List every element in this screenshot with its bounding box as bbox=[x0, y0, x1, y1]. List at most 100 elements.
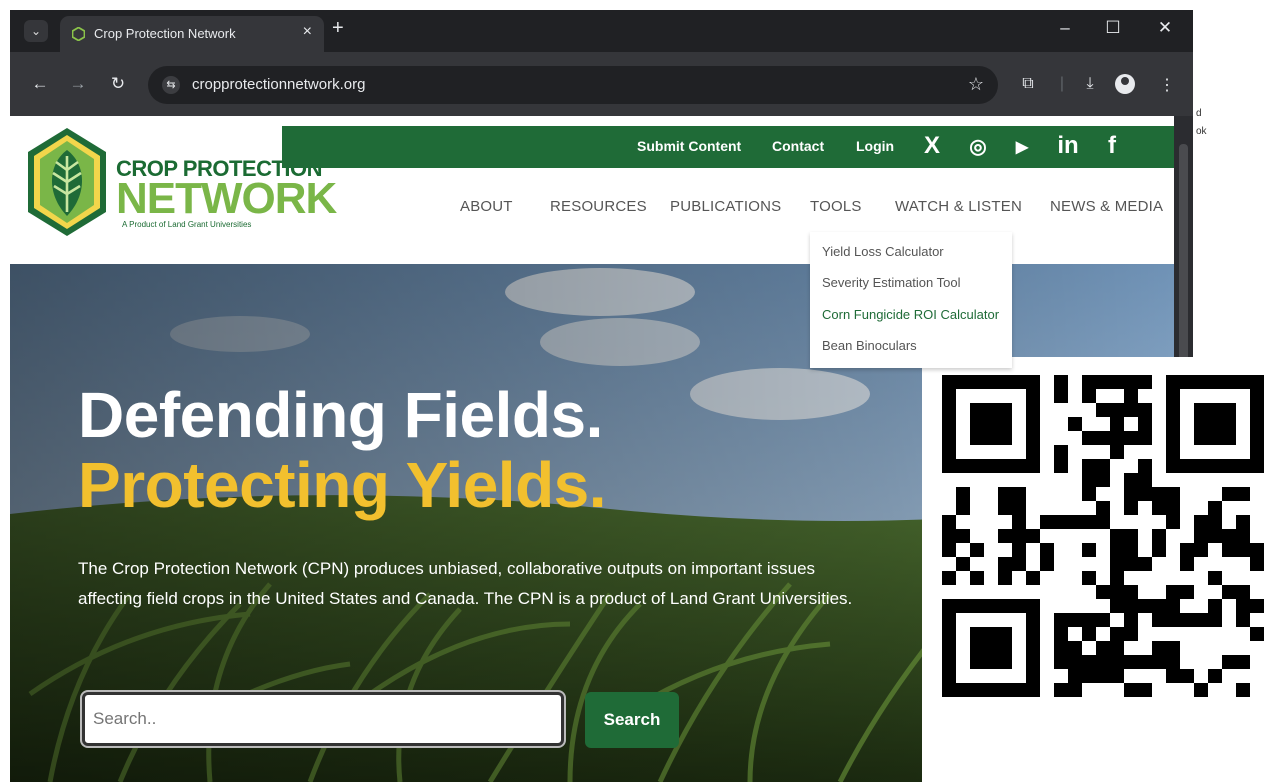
qr-module bbox=[1138, 683, 1152, 697]
qr-module bbox=[1166, 599, 1180, 613]
qr-module bbox=[1208, 571, 1222, 585]
nav-news-media[interactable]: NEWS & MEDIA bbox=[1050, 198, 1163, 215]
qr-module bbox=[1096, 473, 1110, 487]
qr-module bbox=[1054, 655, 1068, 669]
qr-module bbox=[1166, 613, 1180, 627]
qr-finder-core bbox=[970, 627, 1012, 669]
qr-module bbox=[1068, 613, 1082, 627]
youtube-icon[interactable]: ▶ bbox=[1006, 137, 1038, 157]
qr-module bbox=[1054, 613, 1068, 627]
qr-module bbox=[1096, 641, 1110, 655]
bookmark-star-icon[interactable]: ☆ bbox=[968, 74, 984, 95]
screenshot: ⌄ Crop Protection Network × + – ☐ ✕ ← → … bbox=[0, 0, 1272, 782]
profile-avatar[interactable] bbox=[1115, 74, 1135, 94]
qr-module bbox=[1096, 669, 1110, 683]
qr-module bbox=[1096, 375, 1110, 389]
submit-content-link[interactable]: Submit Content bbox=[637, 138, 741, 154]
hero-heading-line2: Protecting Yields. bbox=[78, 449, 607, 521]
nav-about[interactable]: ABOUT bbox=[460, 198, 513, 215]
qr-module bbox=[956, 529, 970, 543]
facebook-icon[interactable]: f bbox=[1096, 132, 1128, 160]
qr-module bbox=[1068, 641, 1082, 655]
x-icon[interactable]: X bbox=[916, 132, 948, 160]
qr-module bbox=[1012, 501, 1026, 515]
qr-module bbox=[1138, 459, 1152, 473]
qr-module bbox=[1138, 557, 1152, 571]
qr-module bbox=[1222, 655, 1236, 669]
qr-module bbox=[1138, 473, 1152, 487]
nav-tools[interactable]: TOOLS bbox=[810, 198, 862, 215]
site-logo[interactable]: CROP PROTECTION NETWORK A Product of Lan… bbox=[24, 126, 337, 244]
qr-module bbox=[1250, 599, 1264, 613]
new-tab-icon[interactable]: + bbox=[332, 17, 344, 40]
qr-module bbox=[1054, 375, 1068, 389]
qr-module bbox=[956, 487, 970, 501]
minimize-icon[interactable]: – bbox=[1045, 18, 1085, 38]
url-text: cropprotectionnetwork.org bbox=[192, 76, 366, 93]
qr-module bbox=[1180, 669, 1194, 683]
tools-item-bean-binoculars[interactable]: Bean Binoculars bbox=[822, 338, 917, 353]
qr-module bbox=[1124, 403, 1138, 417]
qr-module bbox=[1082, 627, 1096, 641]
qr-module bbox=[1152, 599, 1166, 613]
qr-module bbox=[1250, 557, 1264, 571]
maximize-icon[interactable]: ☐ bbox=[1093, 18, 1133, 38]
nav-publications[interactable]: PUBLICATIONS bbox=[670, 198, 781, 215]
qr-module bbox=[1180, 585, 1194, 599]
close-window-icon[interactable]: ✕ bbox=[1145, 18, 1185, 38]
qr-module bbox=[1222, 529, 1236, 543]
hero-heading-line1: Defending Fields. bbox=[78, 379, 603, 451]
qr-module bbox=[970, 543, 984, 557]
qr-module bbox=[1152, 543, 1166, 557]
qr-module bbox=[1096, 515, 1110, 529]
qr-module bbox=[1194, 613, 1208, 627]
download-icon[interactable]: ⤓ bbox=[1078, 75, 1102, 93]
qr-module bbox=[1138, 403, 1152, 417]
qr-module bbox=[1152, 613, 1166, 627]
login-link[interactable]: Login bbox=[856, 138, 894, 154]
qr-module bbox=[1110, 641, 1124, 655]
forward-icon[interactable]: → bbox=[66, 74, 90, 94]
more-menu-icon[interactable]: ⋮ bbox=[1155, 75, 1179, 95]
nav-resources[interactable]: RESOURCES bbox=[550, 198, 647, 215]
tools-item-yield-loss[interactable]: Yield Loss Calculator bbox=[822, 244, 944, 259]
qr-module bbox=[1124, 627, 1138, 641]
contact-link[interactable]: Contact bbox=[772, 138, 824, 154]
instagram-icon[interactable]: ◎ bbox=[962, 134, 994, 159]
qr-module bbox=[1096, 403, 1110, 417]
linkedin-icon[interactable]: in bbox=[1052, 132, 1084, 160]
extensions-icon[interactable]: ⧉ bbox=[1016, 75, 1040, 93]
qr-module bbox=[1152, 655, 1166, 669]
qr-module bbox=[1082, 431, 1096, 445]
toolbar-divider: | bbox=[1059, 75, 1065, 92]
back-icon[interactable]: ← bbox=[28, 74, 52, 94]
qr-module bbox=[1054, 445, 1068, 459]
qr-module bbox=[1194, 543, 1208, 557]
qr-module bbox=[1236, 655, 1250, 669]
tools-item-severity-estimation[interactable]: Severity Estimation Tool bbox=[822, 275, 961, 290]
qr-module bbox=[1138, 599, 1152, 613]
qr-module bbox=[1012, 557, 1026, 571]
tab-close-icon[interactable]: × bbox=[303, 23, 312, 41]
tab-crop-protection[interactable]: Crop Protection Network × bbox=[60, 16, 324, 52]
nav-watch-listen[interactable]: WATCH & LISTEN bbox=[895, 198, 1022, 215]
site-info-icon[interactable]: ⇆ bbox=[162, 76, 180, 94]
tab-search-icon[interactable]: ⌄ bbox=[24, 20, 48, 42]
qr-module bbox=[1124, 501, 1138, 515]
qr-module bbox=[1110, 375, 1124, 389]
qr-module bbox=[1054, 627, 1068, 641]
tools-item-corn-fungicide-roi[interactable]: Corn Fungicide ROI Calculator bbox=[822, 307, 999, 322]
brand-name-bottom: NETWORK bbox=[116, 174, 337, 223]
search-button[interactable]: Search bbox=[585, 692, 679, 748]
qr-module bbox=[1068, 683, 1082, 697]
qr-module bbox=[1236, 683, 1250, 697]
scrollbar-thumb[interactable] bbox=[1179, 144, 1188, 374]
search-input[interactable] bbox=[93, 705, 543, 733]
reload-icon[interactable]: ↻ bbox=[106, 74, 130, 94]
qr-module bbox=[1110, 445, 1124, 459]
address-bar[interactable]: ⇆ cropprotectionnetwork.org ☆ bbox=[148, 66, 998, 104]
qr-module bbox=[1054, 389, 1068, 403]
qr-module bbox=[1096, 431, 1110, 445]
qr-module bbox=[1124, 389, 1138, 403]
qr-module bbox=[970, 571, 984, 585]
